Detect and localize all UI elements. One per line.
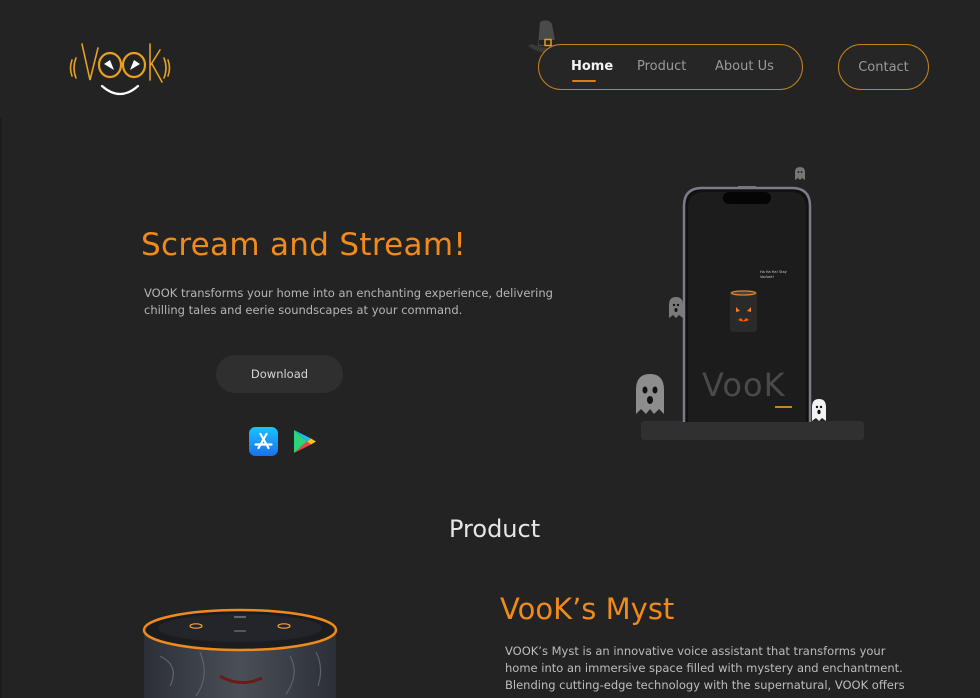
contact-button[interactable]: Contact	[838, 44, 929, 90]
nav-home-link[interactable]: Home	[571, 59, 613, 74]
download-button[interactable]: Download	[216, 355, 343, 393]
page-edge-divider	[0, 118, 2, 698]
nav-product-link[interactable]: Product	[637, 59, 686, 74]
ghost-icon	[795, 167, 805, 180]
myst-speaker-image	[142, 608, 338, 698]
product-description: VOOK’s Myst is an innovative voice assis…	[505, 644, 905, 692]
phone-stand	[641, 421, 864, 440]
ghost-icon	[669, 297, 683, 318]
hero-description: VOOK transforms your home into an enchan…	[144, 286, 553, 317]
nav-about-link[interactable]: About Us	[715, 59, 774, 74]
app-store-icon[interactable]	[249, 427, 278, 456]
google-play-icon[interactable]	[290, 427, 318, 456]
hero-title: Scream and Stream!	[141, 227, 467, 263]
main-nav: Home Product About Us	[538, 44, 803, 90]
phone-wordmark-underline	[775, 406, 792, 408]
pumpkin-speaker-image	[730, 290, 757, 332]
phone-caption: Ha Ha Ha! Stay Vocked!	[760, 270, 787, 279]
phone-wordmark: VooK	[702, 366, 786, 404]
active-nav-underline	[572, 80, 596, 82]
ghost-icon	[636, 374, 664, 414]
vook-logo[interactable]	[64, 36, 176, 102]
product-name: VooK’s Myst	[500, 592, 675, 626]
ghost-icon	[812, 399, 826, 421]
product-section-title: Product	[449, 515, 541, 543]
